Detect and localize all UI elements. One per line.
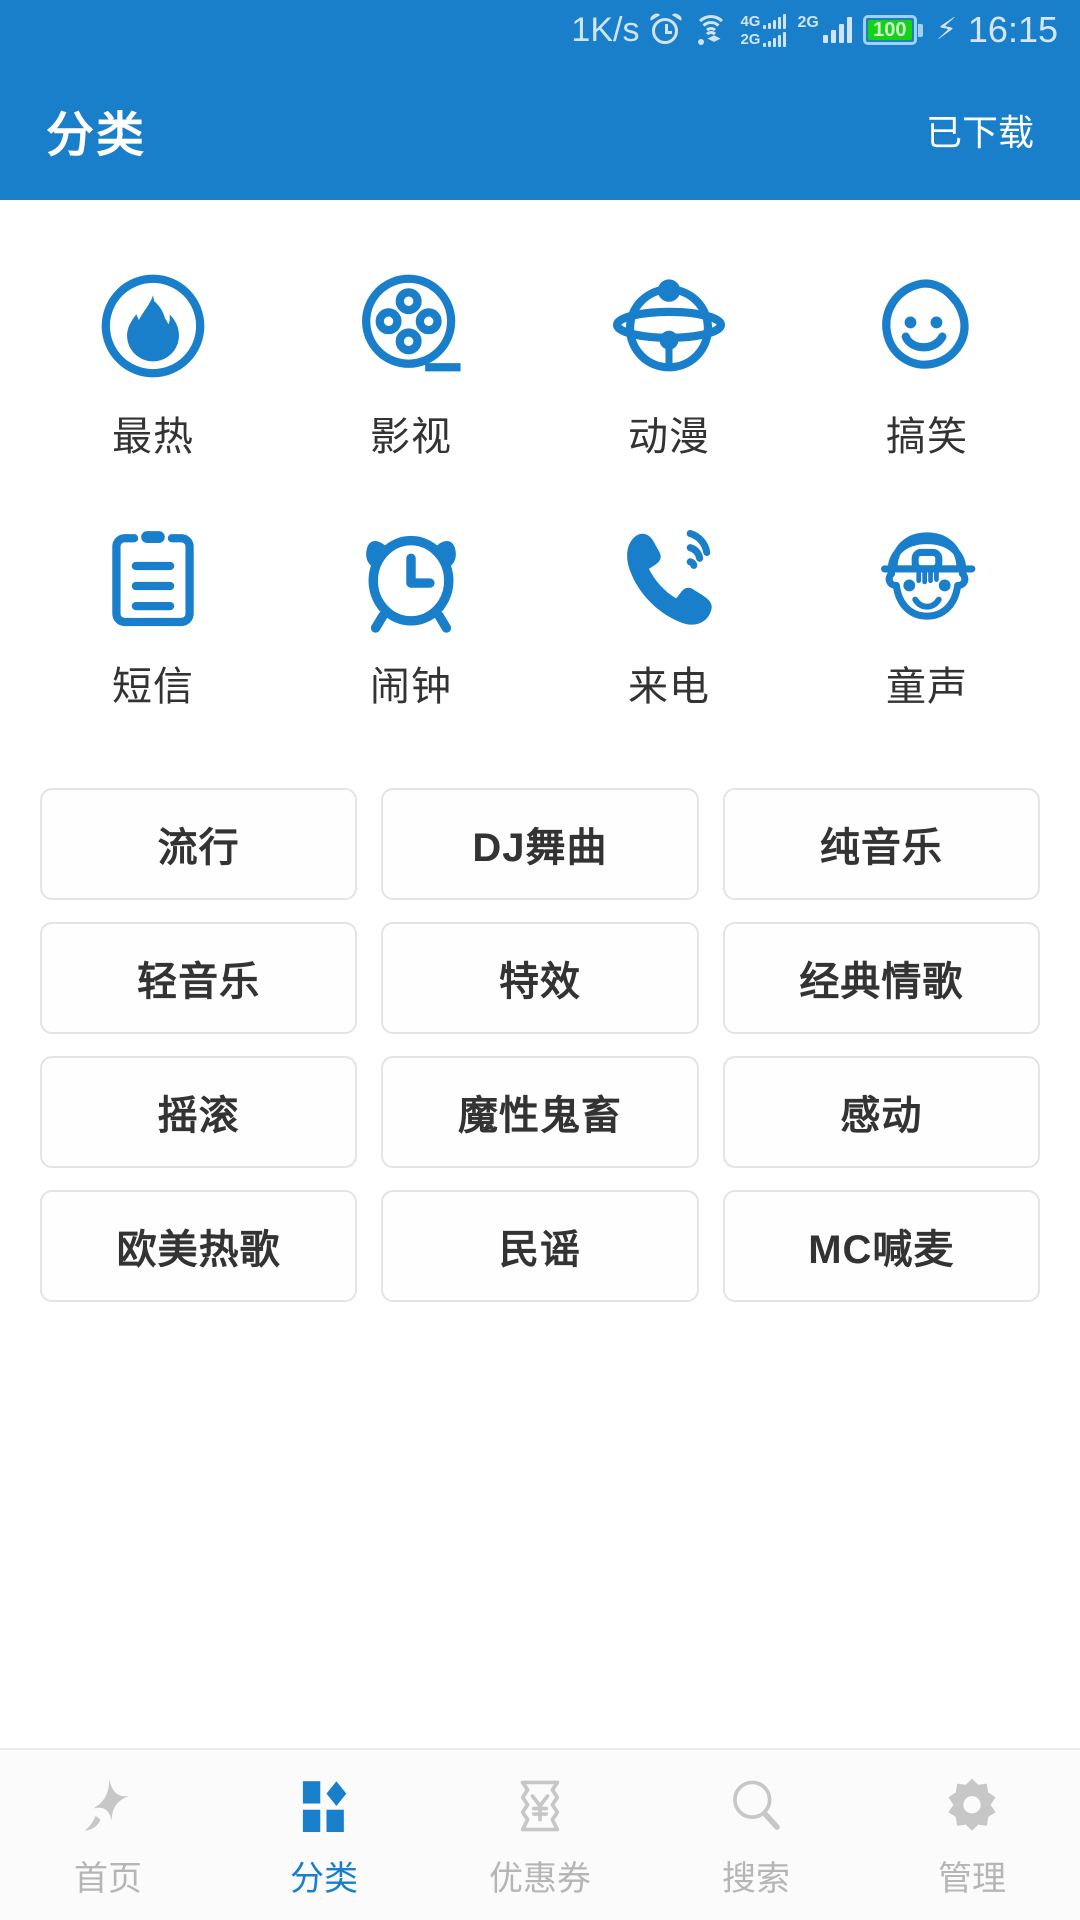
network-speed-text: 1K/s [571,11,640,49]
sim1-top-label: 4G [740,12,761,30]
sim2-signal-icon: 2G [797,14,852,43]
downloaded-button[interactable]: 已下载 [926,104,1034,156]
ringing-phone-icon [609,516,729,636]
category-label: 来电 [628,665,710,709]
category-label: 最热 [112,415,194,459]
page-title: 分类 [46,109,147,162]
tag-chip[interactable]: 民谣 [381,1190,699,1302]
category-label: 闹钟 [370,665,452,709]
flame-circle-icon [93,266,213,386]
category-label: 短信 [112,665,194,709]
tag-chip[interactable]: 纯音乐 [722,788,1040,900]
star-shooting-icon [77,1771,139,1841]
tag-chip[interactable]: 流行 [40,788,358,900]
category-item-child-voice[interactable]: 童声 [798,490,1056,740]
battery-icon: 100 [862,15,923,45]
coupon-yen-icon [509,1771,571,1841]
grid-category-icon [293,1771,355,1841]
category-label: 搞笑 [886,415,968,459]
nav-label: 搜索 [722,1859,790,1898]
sim1-bottom-label: 2G [740,30,761,48]
category-item-hottest[interactable]: 最热 [24,240,282,490]
tag-grid: 流行 DJ舞曲 纯音乐 轻音乐 特效 经典情歌 摇滚 魔性鬼畜 感动 欧美热歌 … [0,740,1080,1302]
battery-percent-text: 100 [873,19,907,41]
category-item-sms[interactable]: 短信 [24,490,282,740]
alarm-icon [649,11,684,46]
tag-chip[interactable]: 轻音乐 [40,922,358,1034]
gear-settings-icon [941,1771,1003,1841]
charging-bolt-icon: ⚡ [935,13,957,46]
wifi-icon: ◂▸ [693,15,729,45]
category-label: 动漫 [628,415,710,459]
bottom-navigation-bar: 首页 分类 优惠券 搜索 管理 [0,1748,1080,1920]
film-reel-icon [351,266,471,386]
category-grid: 最热 影视 动漫 搞笑 短信 闹钟 来电 童声 [0,200,1080,740]
nav-item-search[interactable]: 搜索 [648,1771,864,1900]
tag-chip[interactable]: 特效 [381,922,699,1034]
clipboard-message-icon [93,516,213,636]
tag-chip[interactable]: DJ舞曲 [381,788,699,900]
status-time: 16:15 [967,9,1058,50]
anime-bell-icon [609,266,729,386]
child-face-icon [867,516,987,636]
sim1-signal-icon: 4G 2G [740,12,787,48]
category-label: 童声 [886,665,968,709]
nav-label: 管理 [938,1859,1006,1898]
alarm-clock-icon [351,516,471,636]
search-magnifier-icon [725,1771,787,1841]
category-label: 影视 [370,415,452,459]
tag-chip[interactable]: MC喊麦 [722,1190,1040,1302]
sim2-label: 2G [797,14,819,31]
nav-item-home[interactable]: 首页 [0,1771,216,1900]
tag-chip[interactable]: 感动 [722,1056,1040,1168]
category-item-anime[interactable]: 动漫 [540,240,798,490]
nav-label: 优惠券 [489,1859,591,1898]
tag-chip[interactable]: 魔性鬼畜 [381,1056,699,1168]
nav-label: 分类 [290,1859,358,1898]
smiley-face-icon [867,266,987,386]
category-item-incoming-call[interactable]: 来电 [540,490,798,740]
app-header: 分类 已下载 [0,60,1080,200]
nav-item-coupon[interactable]: 优惠券 [432,1771,648,1900]
category-item-alarm[interactable]: 闹钟 [282,490,540,740]
nav-item-manage[interactable]: 管理 [864,1771,1080,1900]
category-item-movies[interactable]: 影视 [282,240,540,490]
tag-chip[interactable]: 欧美热歌 [40,1190,358,1302]
status-bar: 1K/s ◂▸ 4G 2G 2G 100 ⚡ 16:15 [0,0,1080,60]
category-item-funny[interactable]: 搞笑 [798,240,1056,490]
tag-chip[interactable]: 摇滚 [40,1056,358,1168]
tag-chip[interactable]: 经典情歌 [722,922,1040,1034]
nav-item-category[interactable]: 分类 [216,1771,432,1900]
nav-label: 首页 [74,1859,142,1898]
